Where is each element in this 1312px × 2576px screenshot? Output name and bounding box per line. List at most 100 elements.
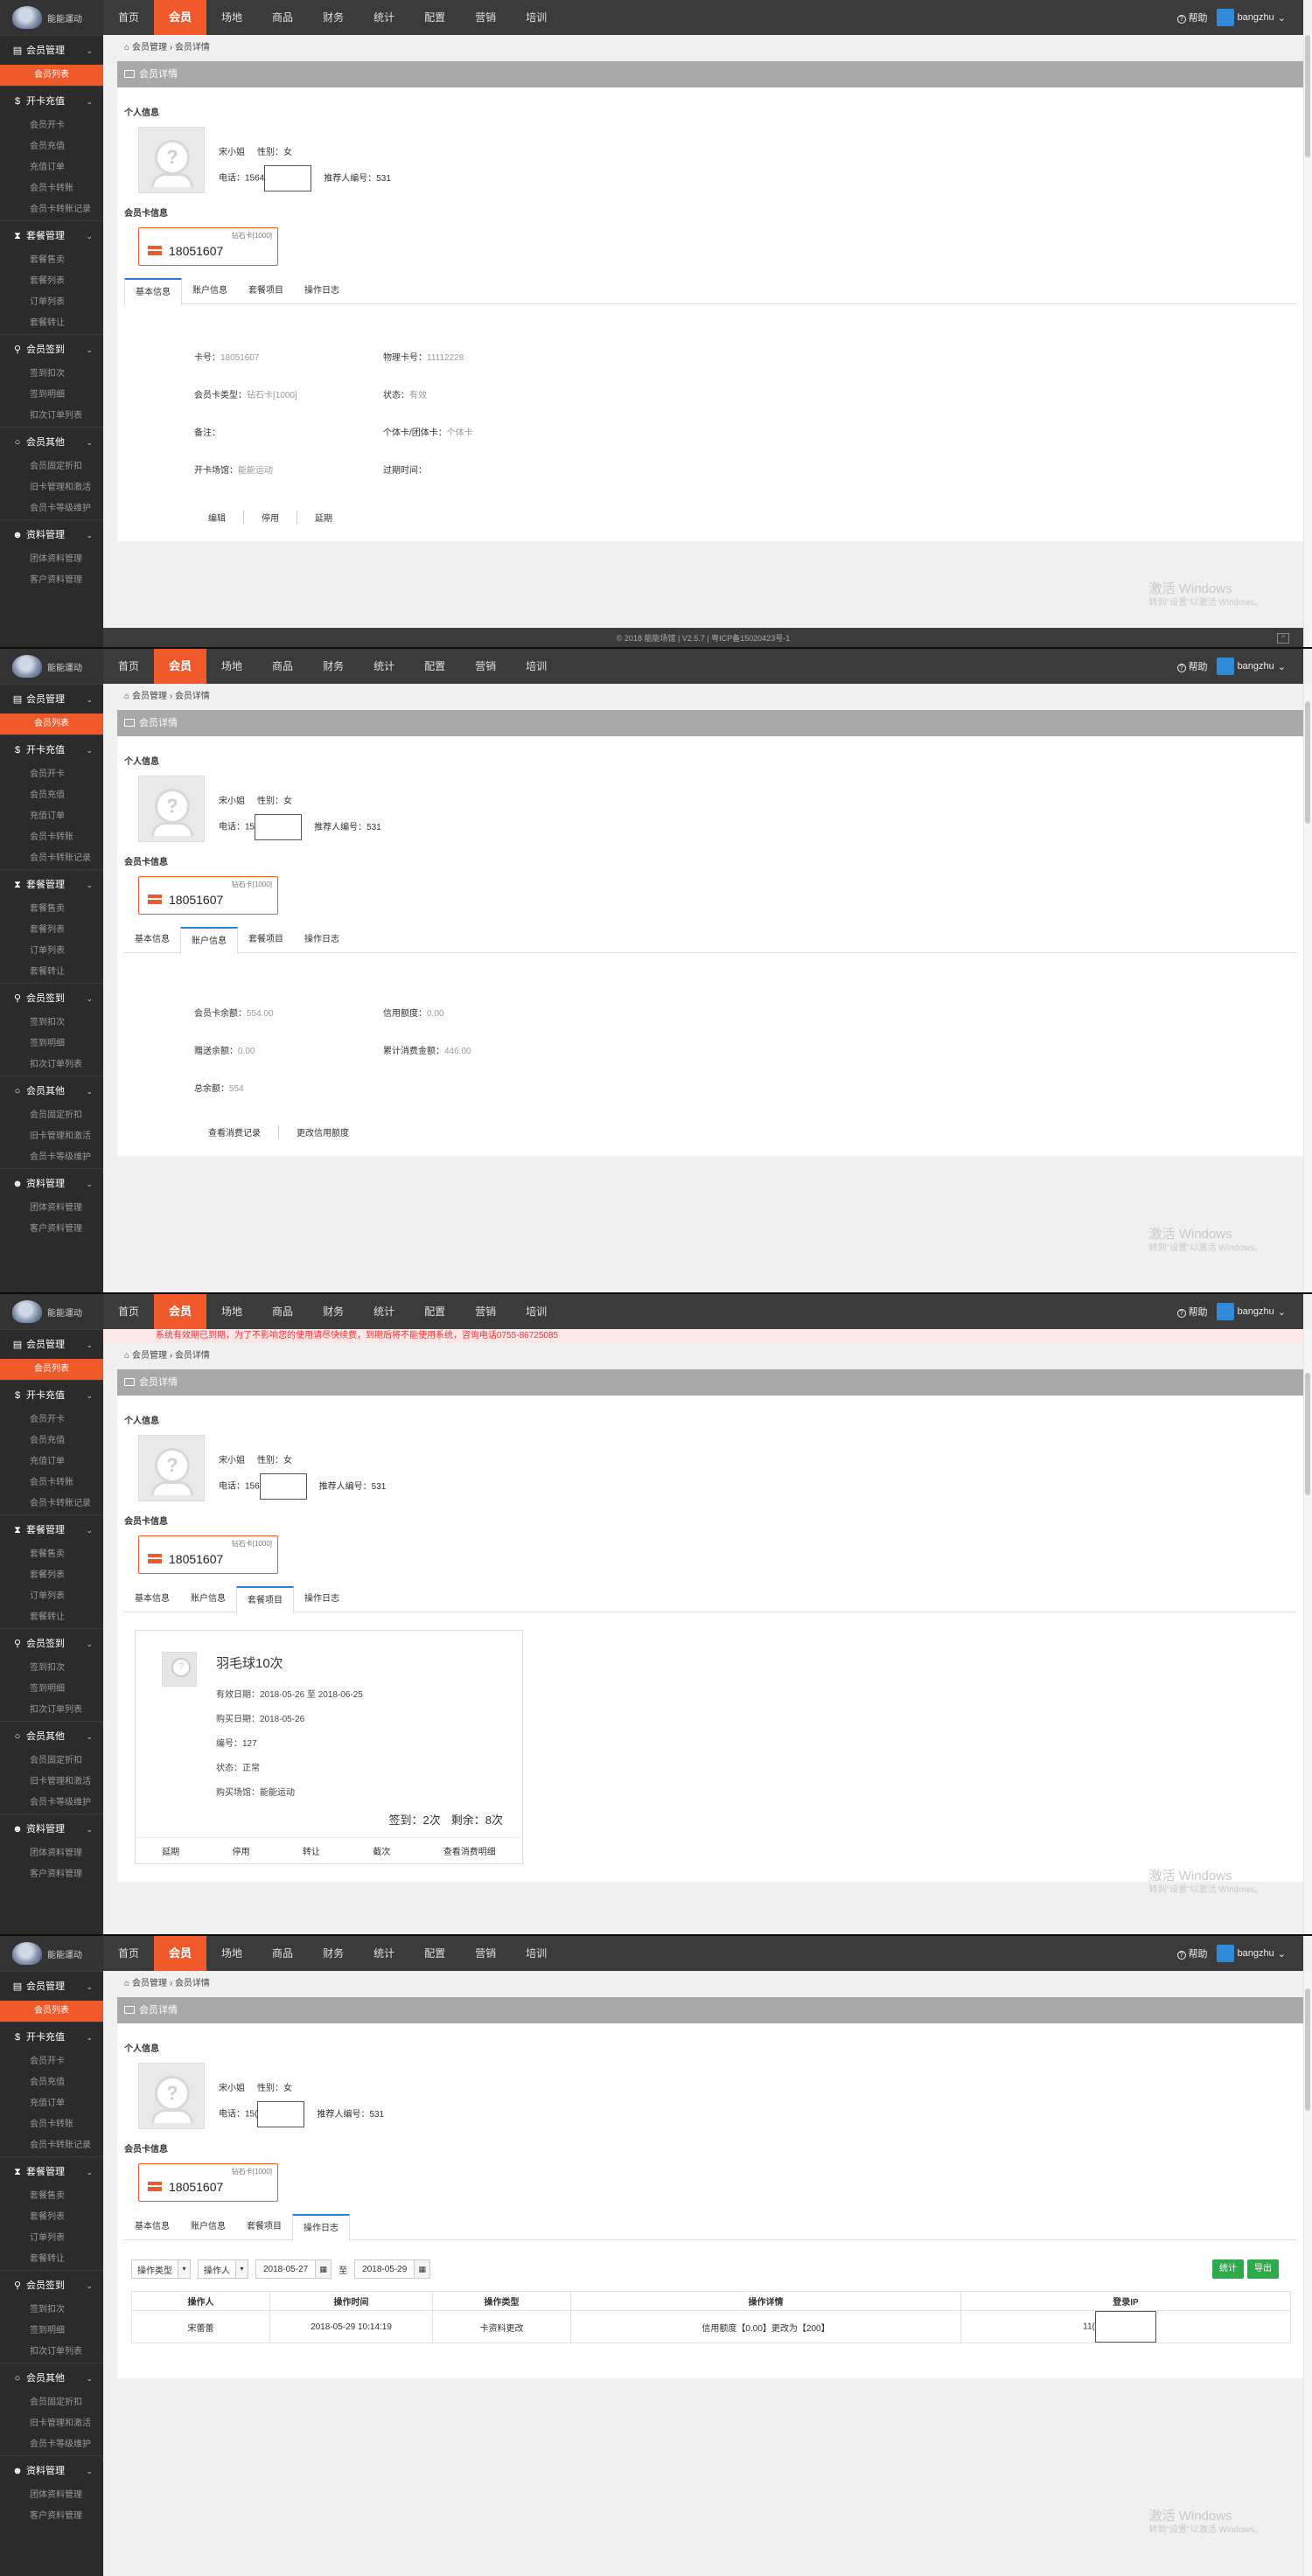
nav-item[interactable]: 配置 xyxy=(409,1936,460,1971)
nav-item[interactable]: 营销 xyxy=(460,1936,511,1971)
scroll-thumb[interactable] xyxy=(1305,1373,1310,1495)
end-date-input[interactable]: 2018-05-29 ▦ xyxy=(354,2259,431,2279)
nav-item[interactable]: 会员 xyxy=(154,649,207,684)
sidebar-item[interactable]: 会员卡等级维护 xyxy=(0,1147,103,1168)
nav-item[interactable]: 统计 xyxy=(359,1936,409,1971)
package-action[interactable]: 延期 xyxy=(162,1844,179,1857)
member-card-tile[interactable]: 钻石卡[1000] 18051607 xyxy=(138,1535,278,1574)
sidebar-section-4[interactable]: ○ 会员其他 ⌄ xyxy=(0,2363,103,2392)
nav-item[interactable]: 培训 xyxy=(511,1936,562,1971)
sidebar-item[interactable]: 会员列表 xyxy=(0,714,103,735)
operation-type-select[interactable]: 操作类型 ▾ xyxy=(131,2259,191,2279)
app-logo[interactable]: 能能運动 xyxy=(0,0,103,35)
nav-item[interactable]: 财务 xyxy=(308,649,359,684)
sidebar-item[interactable]: 套餐列表 xyxy=(0,271,103,292)
sidebar-item[interactable]: 会员列表 xyxy=(0,65,103,86)
action-link[interactable]: 延期 xyxy=(297,511,350,524)
sidebar-section-0[interactable]: ▤ 会员管理 ⌄ xyxy=(0,1329,103,1359)
sidebar-item[interactable]: 旧卡管理和激活 xyxy=(0,2413,103,2434)
sidebar-item[interactable]: 会员列表 xyxy=(0,1359,103,1380)
sidebar-section-3[interactable]: ⚲ 会员签到 ⌄ xyxy=(0,1628,103,1658)
sidebar-item[interactable]: 签到扣次 xyxy=(0,364,103,385)
tab-account-info[interactable]: 账户信息 xyxy=(180,1586,236,1612)
sidebar-section-3[interactable]: ⚲ 会员签到 ⌄ xyxy=(0,983,103,1013)
sidebar-item[interactable]: 充值订单 xyxy=(0,1452,103,1472)
sidebar-item[interactable]: 会员卡转账记录 xyxy=(0,848,103,869)
sidebar-item[interactable]: 签到扣次 xyxy=(0,2300,103,2321)
member-card-tile[interactable]: 钻石卡[1000] 18051607 xyxy=(138,2163,278,2202)
sidebar-item[interactable]: 签到明细 xyxy=(0,1679,103,1700)
sidebar-item[interactable]: 套餐列表 xyxy=(0,2207,103,2228)
sidebar-section-4[interactable]: ○ 会员其他 ⌄ xyxy=(0,1076,103,1105)
nav-item[interactable]: 商品 xyxy=(257,649,308,684)
sidebar-item[interactable]: 套餐转让 xyxy=(0,313,103,334)
breadcrumb-item[interactable]: 会员管理 xyxy=(132,1351,167,1361)
tab-operation-log[interactable]: 操作日志 xyxy=(294,278,350,304)
sidebar-section-3[interactable]: ⚲ 会员签到 ⌄ xyxy=(0,2270,103,2300)
sidebar-item[interactable]: 订单列表 xyxy=(0,2228,103,2249)
sidebar-item[interactable]: 旧卡管理和激活 xyxy=(0,1126,103,1147)
sidebar-section-5[interactable]: ☻ 资料管理 ⌄ xyxy=(0,2455,103,2485)
help-link[interactable]: ? 帮助 xyxy=(1176,1946,1208,1960)
nav-item[interactable]: 商品 xyxy=(257,0,308,35)
sidebar-item[interactable]: 会员充值 xyxy=(0,1431,103,1452)
sidebar-section-1[interactable]: $ 开卡充值 ⌄ xyxy=(0,1380,103,1410)
sidebar-item[interactable]: 会员充值 xyxy=(0,2072,103,2093)
sidebar-item[interactable]: 会员开卡 xyxy=(0,764,103,785)
sidebar-section-4[interactable]: ○ 会员其他 ⌄ xyxy=(0,427,103,456)
action-link[interactable]: 更改信用额度 xyxy=(279,1125,366,1138)
sidebar-section-5[interactable]: ☻ 资料管理 ⌄ xyxy=(0,1814,103,1843)
sidebar-section-1[interactable]: $ 开卡充值 ⌄ xyxy=(0,2022,103,2051)
scroll-thumb[interactable] xyxy=(1305,701,1310,824)
sidebar-item[interactable]: 签到扣次 xyxy=(0,1658,103,1679)
action-link[interactable]: 停用 xyxy=(244,511,297,524)
sidebar-item[interactable]: 套餐售卖 xyxy=(0,2186,103,2207)
action-link[interactable]: 查看消费记录 xyxy=(191,1125,279,1138)
sidebar-item[interactable]: 旧卡管理和激活 xyxy=(0,477,103,498)
nav-item[interactable]: 营销 xyxy=(460,0,511,35)
nav-item[interactable]: 营销 xyxy=(460,1294,511,1329)
sidebar-section-0[interactable]: ▤ 会员管理 ⌄ xyxy=(0,35,103,65)
sidebar-item[interactable]: 会员卡转账 xyxy=(0,2114,103,2135)
tab-package-items[interactable]: 套餐项目 xyxy=(238,927,294,953)
sidebar-item[interactable]: 订单列表 xyxy=(0,292,103,313)
tab-package-items[interactable]: 套餐项目 xyxy=(238,278,294,304)
nav-item[interactable]: 财务 xyxy=(308,1936,359,1971)
tab-account-info[interactable]: 账户信息 xyxy=(180,2214,236,2240)
nav-item[interactable]: 会员 xyxy=(154,1936,207,1971)
sidebar-item[interactable]: 订单列表 xyxy=(0,941,103,962)
sidebar-item[interactable]: 团体资料管理 xyxy=(0,1198,103,1219)
nav-item[interactable]: 财务 xyxy=(308,0,359,35)
member-card-tile[interactable]: 钻石卡[1000] 18051607 xyxy=(138,227,278,266)
nav-item[interactable]: 场地 xyxy=(206,1294,257,1329)
nav-item[interactable]: 场地 xyxy=(206,1936,257,1971)
tab-basic-info[interactable]: 基本信息 xyxy=(124,2214,180,2240)
sidebar-section-2[interactable]: ⧗ 套餐管理 ⌄ xyxy=(0,869,103,899)
user-menu[interactable]: bangzhu ⌄ xyxy=(1216,1303,1286,1320)
sidebar-item[interactable]: 充值订单 xyxy=(0,2093,103,2114)
user-menu[interactable]: bangzhu ⌄ xyxy=(1216,1945,1286,1962)
sidebar-section-2[interactable]: ⧗ 套餐管理 ⌄ xyxy=(0,2156,103,2186)
sidebar-item[interactable]: 会员固定折扣 xyxy=(0,1751,103,1772)
back-to-top-icon[interactable]: ^ xyxy=(1277,633,1289,644)
nav-item[interactable]: 会员 xyxy=(154,0,207,35)
tab-basic-info[interactable]: 基本信息 xyxy=(124,927,180,953)
breadcrumb-item[interactable]: 会员管理 xyxy=(132,692,167,701)
sidebar-section-2[interactable]: ⧗ 套餐管理 ⌄ xyxy=(0,1514,103,1544)
package-action[interactable]: 查看消费明细 xyxy=(443,1844,496,1857)
sidebar-item[interactable]: 会员卡转账记录 xyxy=(0,2135,103,2156)
nav-item[interactable]: 商品 xyxy=(257,1294,308,1329)
sidebar-item[interactable]: 套餐列表 xyxy=(0,920,103,941)
user-menu[interactable]: bangzhu ⌄ xyxy=(1216,9,1286,26)
nav-item[interactable]: 首页 xyxy=(103,1294,154,1329)
help-link[interactable]: ? 帮助 xyxy=(1176,659,1208,673)
sidebar-section-5[interactable]: ☻ 资料管理 ⌄ xyxy=(0,1168,103,1198)
tab-account-info[interactable]: 账户信息 xyxy=(182,278,238,304)
app-logo[interactable]: 能能運动 xyxy=(0,1936,103,1971)
sidebar-item[interactable]: 签到明细 xyxy=(0,2321,103,2342)
sidebar-item[interactable]: 扣次订单列表 xyxy=(0,1700,103,1721)
nav-item[interactable]: 培训 xyxy=(511,0,562,35)
sidebar-item[interactable]: 充值订单 xyxy=(0,806,103,827)
nav-item[interactable]: 配置 xyxy=(409,1294,460,1329)
breadcrumb-item[interactable]: 会员管理 xyxy=(132,43,167,52)
